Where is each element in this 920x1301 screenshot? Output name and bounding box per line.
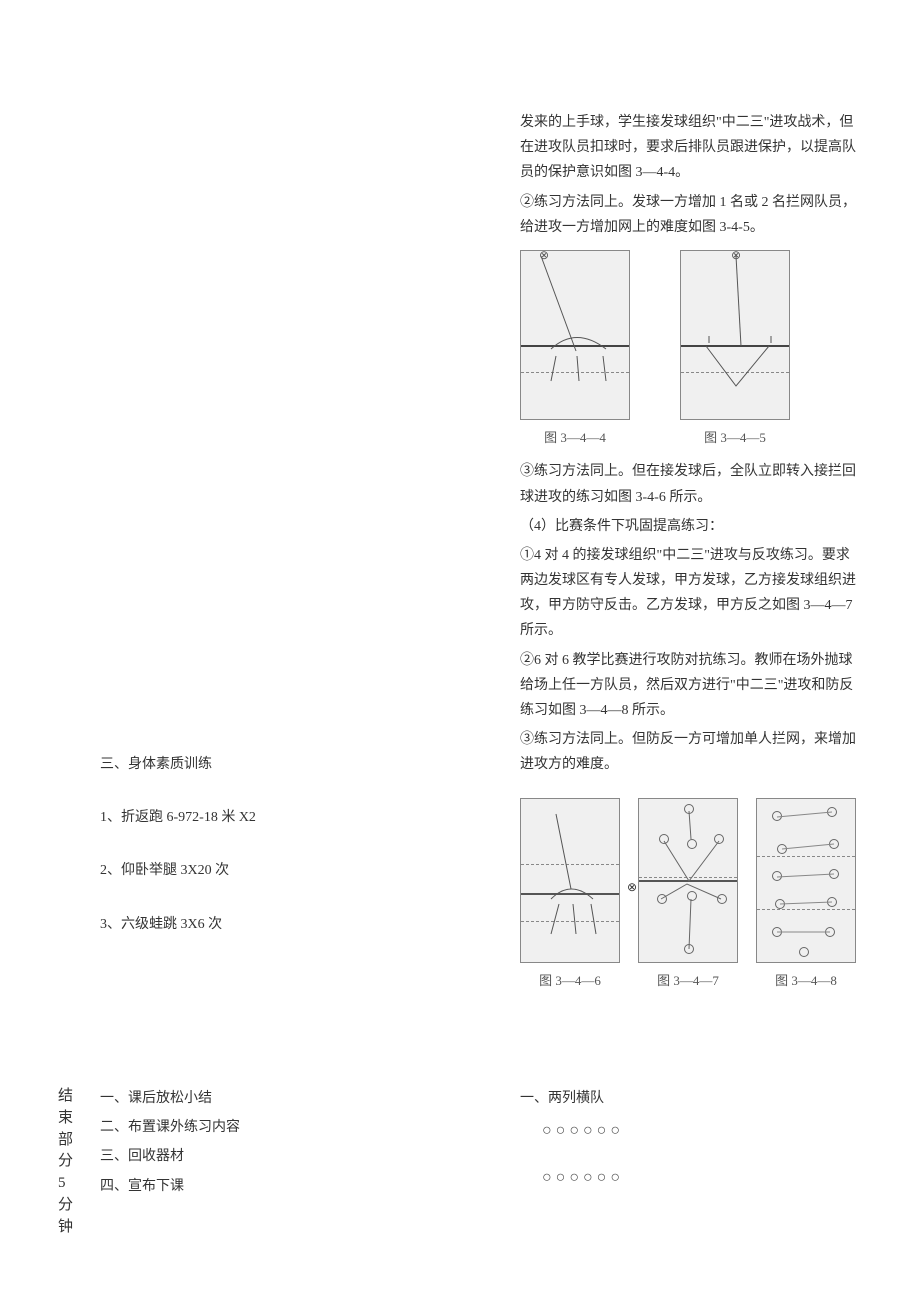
play-path-icon — [639, 799, 739, 964]
paragraph-7: ③练习方法同上。但防反一方可增加单人拦网，来增加进攻方的难度。 — [520, 727, 860, 777]
label-char: 钟 — [58, 1217, 78, 1239]
paragraph-3: ③练习方法同上。但在接发球后，全队立即转入接拦回球进攻的练习如图 3-4-6 所… — [520, 459, 860, 509]
formation-row-1: ○○○○○○ — [542, 1117, 820, 1146]
formation-section: 一、两列横队 ○○○○○○ ○○○○○○ — [520, 1086, 820, 1211]
label-char: 结 — [58, 1086, 78, 1108]
closing-item-3: 三、回收器材 — [100, 1144, 350, 1169]
diagram-caption: 图 3—4—6 — [539, 969, 601, 992]
paragraph-2: ②练习方法同上。发球一方增加 1 名或 2 名拦网队员，给进攻一方增加网上的难度… — [520, 190, 860, 240]
volleyball-court-icon — [520, 798, 620, 963]
label-char: 分 — [58, 1195, 78, 1217]
label-char: 5 — [58, 1173, 78, 1195]
diagram-row-2: 图 3—4—6 ⊗ — [520, 798, 860, 992]
diagram-caption: 图 3—4—7 — [657, 969, 719, 992]
label-char: 部 — [58, 1130, 78, 1152]
training-item-2: 2、仰卧举腿 3X20 次 — [100, 858, 380, 883]
play-path-icon — [521, 251, 631, 421]
volleyball-court-icon: ⊗ — [680, 250, 790, 420]
diagram-caption: 图 3—4—5 — [704, 426, 766, 449]
closing-item-2: 二、布置课外练习内容 — [100, 1115, 350, 1140]
play-path-icon — [757, 799, 857, 964]
diagram-row-1: ⊗ 图 3—4—4 ⊗ — [520, 250, 860, 449]
diagram-3-4-8: 图 3—4—8 — [756, 798, 856, 992]
play-path-icon — [521, 799, 621, 964]
volleyball-court-icon: ⊗ — [520, 250, 630, 420]
diagram-3-4-5: ⊗ 图 3—4—5 — [680, 250, 790, 449]
paragraph-6: ②6 对 6 教学比赛进行攻防对抗练习。教师在场外抛球给场上任一方队员，然后双方… — [520, 648, 860, 724]
diagram-3-4-6: 图 3—4—6 — [520, 798, 620, 992]
training-item-3: 3、六级蛙跳 3X6 次 — [100, 912, 380, 937]
closing-item-1: 一、课后放松小结 — [100, 1086, 350, 1111]
closing-section-list: 一、课后放松小结 二、布置课外练习内容 三、回收器材 四、宣布下课 — [100, 1086, 350, 1203]
volleyball-court-icon: ⊗ — [638, 798, 738, 963]
closing-item-4: 四、宣布下课 — [100, 1174, 350, 1199]
diagram-caption: 图 3—4—8 — [775, 969, 837, 992]
section-heading-3: 三、身体素质训练 — [100, 752, 380, 777]
volleyball-court-icon — [756, 798, 856, 963]
training-item-1: 1、折返跑 6-972-18 米 X2 — [100, 805, 380, 830]
diagram-caption: 图 3—4—4 — [544, 426, 606, 449]
mid-text-block: ③练习方法同上。但在接发球后，全队立即转入接拦回球进攻的练习如图 3-4-6 所… — [520, 459, 860, 777]
paragraph-4: （4）比赛条件下巩固提高练习： — [520, 514, 860, 539]
formation-heading: 一、两列横队 — [520, 1086, 820, 1111]
play-path-icon — [681, 251, 791, 421]
paragraph-5: ①4 对 4 的接发球组织"中二三"进攻与反攻练习。要求两边发球区有专人发球，甲… — [520, 543, 860, 644]
diagram-3-4-4: ⊗ 图 3—4—4 — [520, 250, 630, 449]
left-column-training: 三、身体素质训练 1、折返跑 6-972-18 米 X2 2、仰卧举腿 3X20… — [100, 752, 380, 965]
section-vertical-label: 结 束 部 分 5 分 钟 — [58, 1086, 78, 1238]
label-char: 束 — [58, 1108, 78, 1130]
right-column-content: 发来的上手球，学生接发球组织"中二三"进攻战术，但在进攻队员扣球时，要求后排队员… — [520, 110, 860, 1002]
label-char: 分 — [58, 1151, 78, 1173]
paragraph-1: 发来的上手球，学生接发球组织"中二三"进攻战术，但在进攻队员扣球时，要求后排队员… — [520, 110, 860, 186]
formation-row-2: ○○○○○○ — [542, 1164, 820, 1193]
diagram-3-4-7: ⊗ 图 3—4—7 — [638, 798, 738, 992]
